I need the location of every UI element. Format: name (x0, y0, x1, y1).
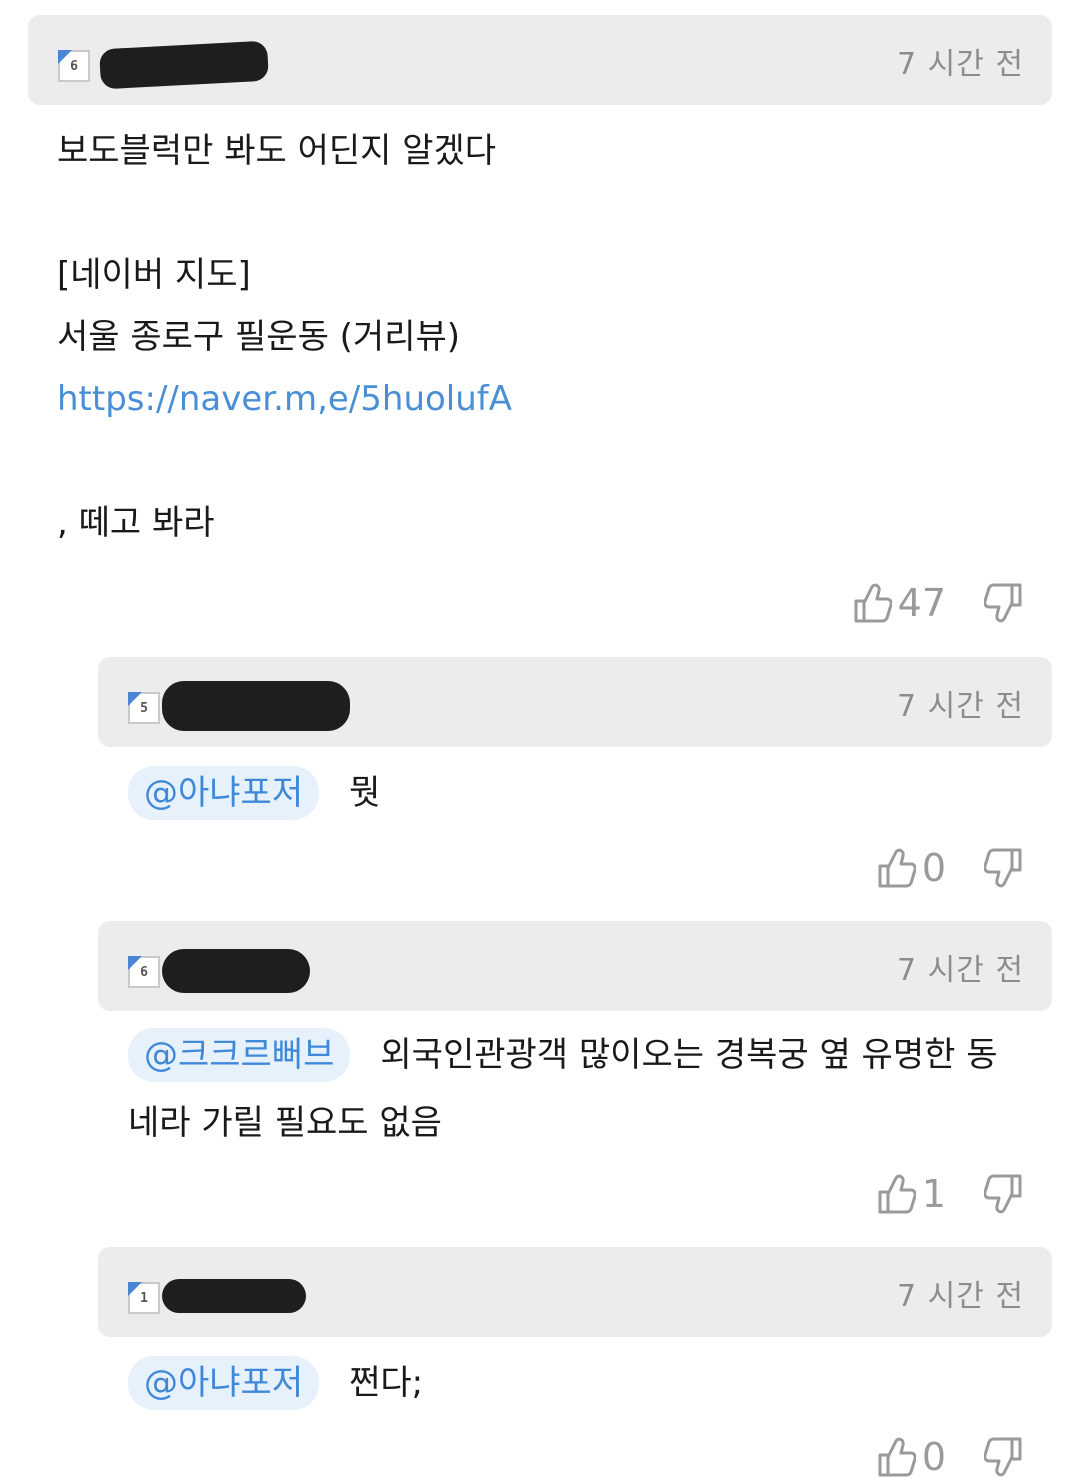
thumbs-up-icon[interactable] (852, 581, 892, 625)
timestamp: 7 시간 전 (897, 47, 1024, 82)
redacted-username (162, 681, 350, 731)
level-badge: 6 (128, 956, 160, 988)
comment-body: 보도블럭만 봐도 어딘지 알겠다 [네이버 지도] 서울 종로구 필운동 (거리… (57, 120, 512, 554)
vote-bar: 47 (852, 578, 1024, 628)
comment-line: [네이버 지도] (57, 255, 251, 295)
reply-body: @아냐포저 뭣 (128, 765, 380, 820)
reply-body: @크크르뻐브 외국인관광객 많이오는 경복궁 옆 유명한 동 (128, 1027, 997, 1082)
like-count: 47 (897, 581, 946, 625)
reply-body: @아냐포저 쩐다; (128, 1355, 423, 1410)
redacted-username (162, 949, 310, 993)
level-badge: 5 (128, 692, 160, 724)
thumbs-up-icon[interactable] (876, 1435, 916, 1479)
vote-bar: 0 (876, 1432, 1024, 1482)
like-count: 0 (921, 1435, 946, 1479)
thumbs-down-icon[interactable] (984, 581, 1024, 625)
reply-text: 쩐다; (349, 1363, 424, 1403)
thumbs-down-icon[interactable] (984, 1172, 1024, 1216)
comment-line: 보도블럭만 봐도 어딘지 알겠다 (57, 131, 497, 171)
comment-line: , 떼고 봐라 (57, 503, 215, 543)
redacted-username (99, 40, 269, 90)
reply-header: 6 7 시간 전 (98, 921, 1052, 1011)
timestamp: 7 시간 전 (897, 953, 1024, 988)
mention-tag[interactable]: @크크르뻐브 (128, 1028, 351, 1082)
timestamp: 7 시간 전 (897, 689, 1024, 724)
thumbs-down-icon[interactable] (984, 1435, 1024, 1479)
level-badge: 6 (58, 50, 90, 82)
vote-bar: 0 (876, 843, 1024, 893)
reply-header: 5 7 시간 전 (98, 657, 1052, 747)
like-count: 0 (921, 846, 946, 890)
reply-header: 1 7 시간 전 (98, 1247, 1052, 1337)
thumbs-up-icon[interactable] (876, 1172, 916, 1216)
thumbs-down-icon[interactable] (984, 846, 1024, 890)
reply-text: 뭣 (349, 773, 381, 813)
thumbs-up-icon[interactable] (876, 846, 916, 890)
reply-text-continued: 네라 가릴 필요도 없음 (128, 1103, 442, 1143)
comment-line: 서울 종로구 필운동 (거리뷰) (57, 317, 461, 357)
map-link[interactable]: https://naver.m,e/5huolufA (57, 368, 512, 430)
mention-tag[interactable]: @아냐포저 (128, 1356, 320, 1410)
level-badge: 1 (128, 1282, 160, 1314)
comment-line (57, 182, 512, 244)
reply-text: 외국인관광객 많이오는 경복궁 옆 유명한 동 (380, 1035, 998, 1075)
like-count: 1 (921, 1172, 946, 1216)
redacted-username (162, 1279, 306, 1313)
mention-tag[interactable]: @아냐포저 (128, 766, 320, 820)
comment-header: 6 7 시간 전 (28, 15, 1052, 105)
timestamp: 7 시간 전 (897, 1279, 1024, 1314)
vote-bar: 1 (876, 1169, 1024, 1219)
